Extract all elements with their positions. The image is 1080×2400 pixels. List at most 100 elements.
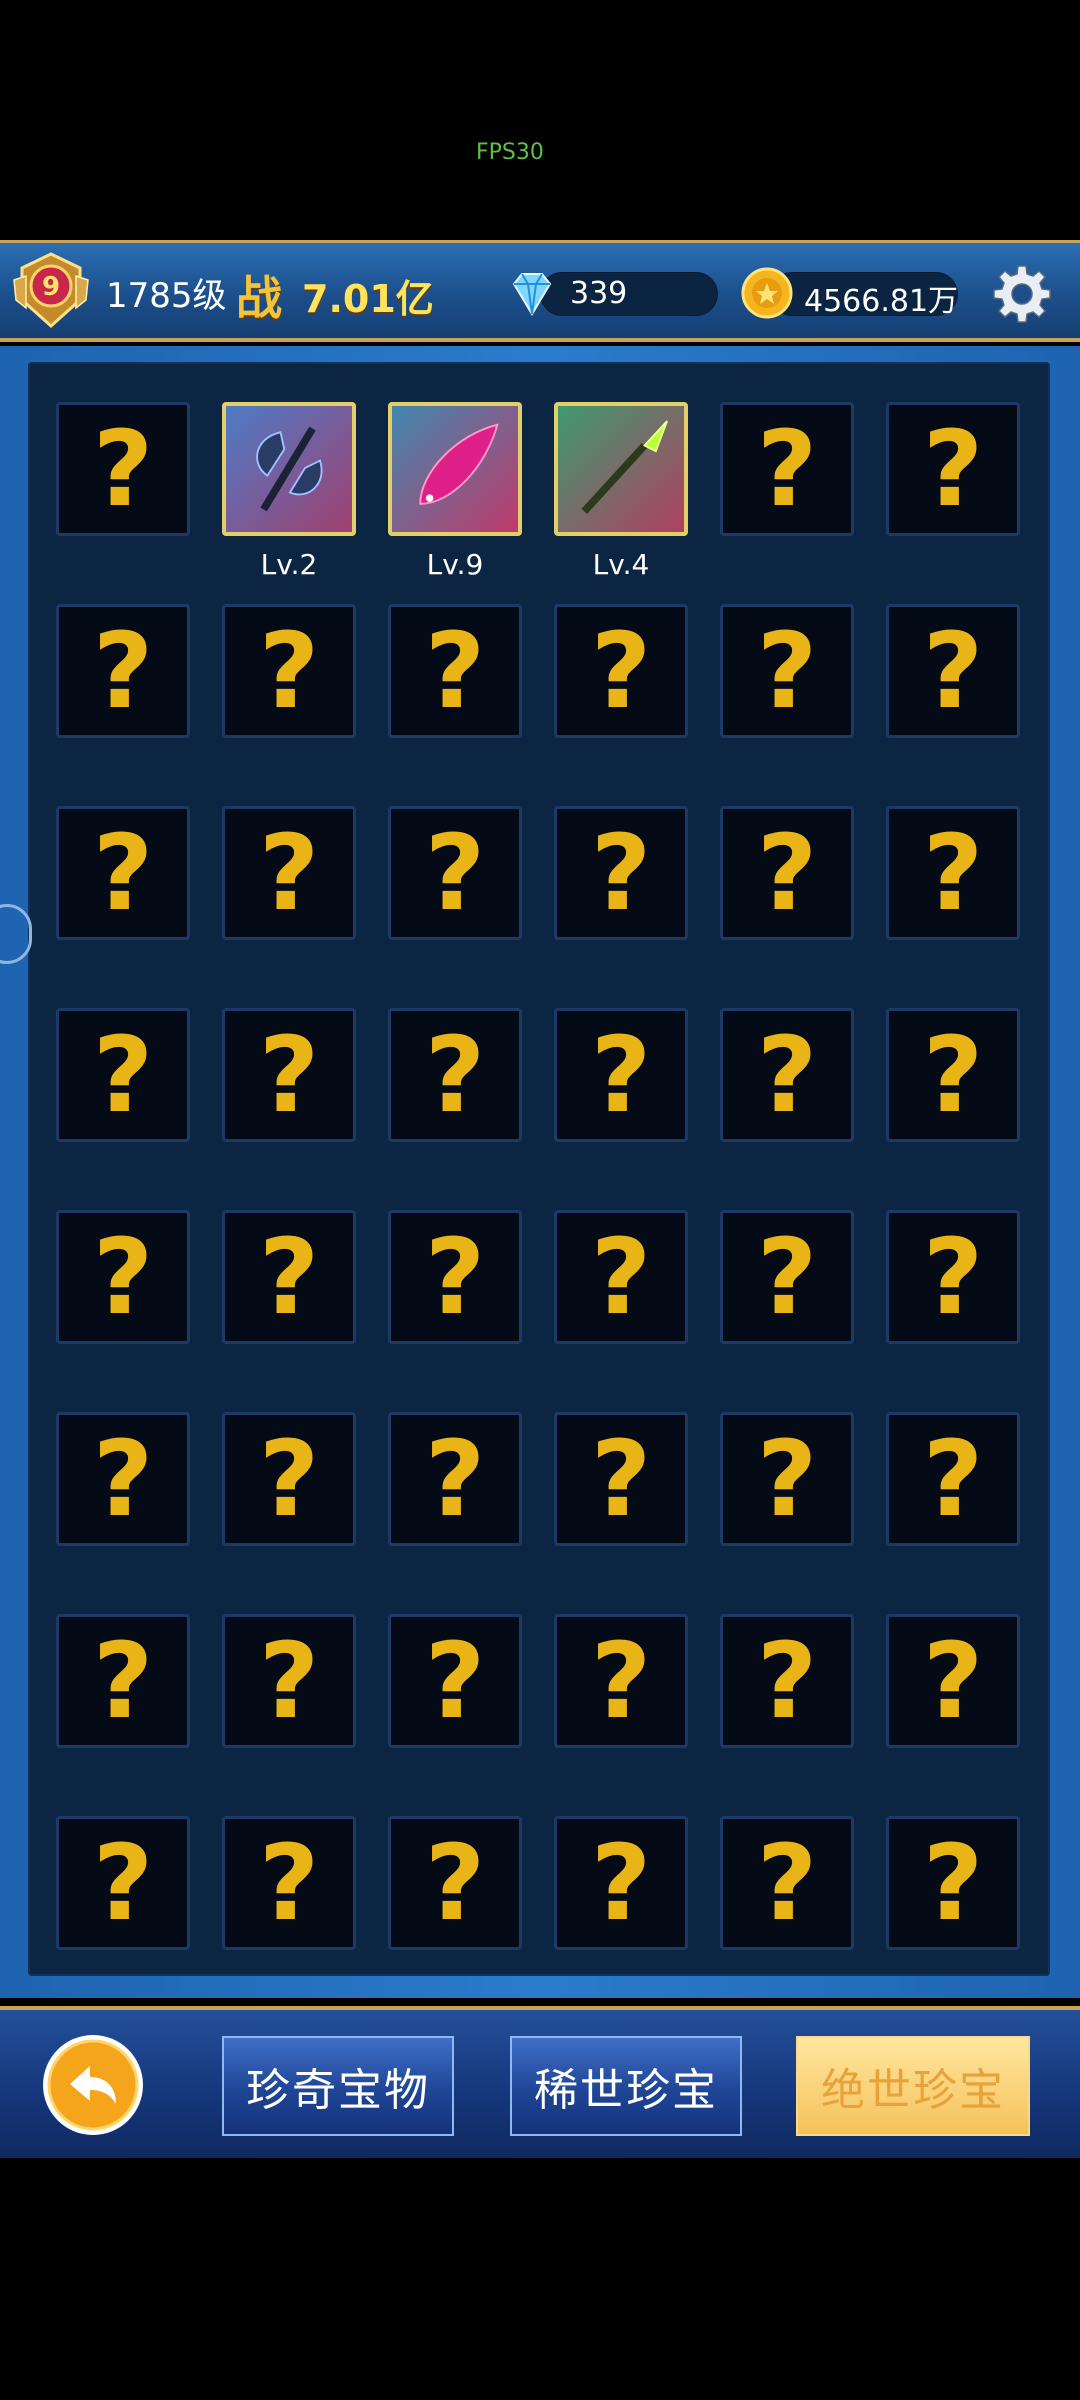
- question-mark-icon: ?: [92, 1620, 154, 1742]
- locked-treasure-slot[interactable]: ?: [222, 1816, 356, 1950]
- question-mark-icon: ?: [258, 1620, 320, 1742]
- gold-coin-icon: [741, 267, 793, 319]
- tab-peerless-treasures[interactable]: 绝世珍宝: [796, 2036, 1030, 2136]
- locked-treasure-slot[interactable]: ?: [388, 1412, 522, 1546]
- question-mark-icon: ?: [258, 1216, 320, 1338]
- locked-treasure-slot[interactable]: ?: [554, 806, 688, 940]
- question-mark-icon: ?: [756, 812, 818, 934]
- locked-treasure-slot[interactable]: ?: [720, 1210, 854, 1344]
- question-mark-icon: ?: [92, 1014, 154, 1136]
- crimson-feather-blade-icon: [392, 406, 518, 532]
- item-level-label: Lv.2: [260, 548, 318, 581]
- treasure-slot-jade-spear[interactable]: [554, 402, 688, 536]
- question-mark-icon: ?: [424, 812, 486, 934]
- locked-treasure-slot[interactable]: ?: [720, 604, 854, 738]
- locked-treasure-slot[interactable]: ?: [886, 604, 1020, 738]
- locked-treasure-slot[interactable]: ?: [554, 604, 688, 738]
- question-mark-icon: ?: [424, 1216, 486, 1338]
- locked-treasure-slot[interactable]: ?: [886, 1614, 1020, 1748]
- locked-treasure-slot[interactable]: ?: [56, 402, 190, 536]
- power-label: 战: [236, 271, 282, 325]
- question-mark-icon: ?: [756, 1620, 818, 1742]
- settings-gear-icon[interactable]: [990, 262, 1054, 326]
- locked-treasure-slot[interactable]: ?: [886, 1816, 1020, 1950]
- vip-level-text: 9: [42, 272, 60, 302]
- question-mark-icon: ?: [424, 610, 486, 732]
- locked-treasure-slot[interactable]: ?: [554, 1210, 688, 1344]
- locked-treasure-slot[interactable]: ?: [56, 1008, 190, 1142]
- locked-treasure-slot[interactable]: ?: [720, 1816, 854, 1950]
- question-mark-icon: ?: [424, 1418, 486, 1540]
- back-arrow-icon[interactable]: [40, 2032, 146, 2138]
- question-mark-icon: ?: [424, 1620, 486, 1742]
- question-mark-icon: ?: [92, 610, 154, 732]
- locked-treasure-slot[interactable]: ?: [554, 1816, 688, 1950]
- item-level-label: Lv.4: [592, 548, 650, 581]
- diamond-amount: 339: [570, 276, 628, 311]
- locked-treasure-slot[interactable]: ?: [886, 402, 1020, 536]
- locked-treasure-slot[interactable]: ?: [554, 1614, 688, 1748]
- locked-treasure-slot[interactable]: ?: [554, 1412, 688, 1546]
- player-level: 1785级: [106, 276, 227, 316]
- locked-treasure-slot[interactable]: ?: [222, 1412, 356, 1546]
- locked-treasure-slot[interactable]: ?: [388, 806, 522, 940]
- locked-treasure-slot[interactable]: ?: [720, 806, 854, 940]
- locked-treasure-slot[interactable]: ?: [388, 1008, 522, 1142]
- question-mark-icon: ?: [922, 1014, 984, 1136]
- question-mark-icon: ?: [756, 1216, 818, 1338]
- vip-badge-icon[interactable]: 9: [10, 250, 92, 332]
- question-mark-icon: ?: [590, 1620, 652, 1742]
- locked-treasure-slot[interactable]: ?: [222, 806, 356, 940]
- question-mark-icon: ?: [92, 408, 154, 530]
- locked-treasure-slot[interactable]: ?: [886, 1008, 1020, 1142]
- locked-treasure-slot[interactable]: ?: [886, 1412, 1020, 1546]
- question-mark-icon: ?: [922, 610, 984, 732]
- question-mark-icon: ?: [922, 1822, 984, 1944]
- locked-treasure-slot[interactable]: ?: [222, 1210, 356, 1344]
- question-mark-icon: ?: [756, 1418, 818, 1540]
- locked-treasure-slot[interactable]: ?: [720, 1008, 854, 1142]
- fps-counter: FPS30: [476, 140, 544, 165]
- item-level-label: Lv.9: [426, 548, 484, 581]
- question-mark-icon: ?: [590, 1014, 652, 1136]
- question-mark-icon: ?: [258, 1822, 320, 1944]
- locked-treasure-slot[interactable]: ?: [56, 604, 190, 738]
- locked-treasure-slot[interactable]: ?: [720, 402, 854, 536]
- locked-treasure-slot[interactable]: ?: [222, 1614, 356, 1748]
- question-mark-icon: ?: [922, 1418, 984, 1540]
- locked-treasure-slot[interactable]: ?: [56, 1816, 190, 1950]
- locked-treasure-slot[interactable]: ?: [222, 604, 356, 738]
- locked-treasure-slot[interactable]: ?: [720, 1614, 854, 1748]
- locked-treasure-slot[interactable]: ?: [388, 1614, 522, 1748]
- locked-treasure-slot[interactable]: ?: [720, 1412, 854, 1546]
- question-mark-icon: ?: [424, 1014, 486, 1136]
- tab-exquisite-treasures[interactable]: 稀世珍宝: [510, 2036, 742, 2136]
- locked-treasure-slot[interactable]: ?: [56, 1412, 190, 1546]
- treasure-slot-battle-axe[interactable]: [222, 402, 356, 536]
- question-mark-icon: ?: [92, 1418, 154, 1540]
- question-mark-icon: ?: [258, 1418, 320, 1540]
- question-mark-icon: ?: [756, 1822, 818, 1944]
- locked-treasure-slot[interactable]: ?: [388, 604, 522, 738]
- question-mark-icon: ?: [590, 610, 652, 732]
- jade-spear-icon: [558, 406, 684, 532]
- locked-treasure-slot[interactable]: ?: [886, 1210, 1020, 1344]
- locked-treasure-slot[interactable]: ?: [56, 1614, 190, 1748]
- tab-rare-treasures[interactable]: 珍奇宝物: [222, 2036, 454, 2136]
- treasure-slot-crimson-feather-blade[interactable]: [388, 402, 522, 536]
- locked-treasure-slot[interactable]: ?: [56, 806, 190, 940]
- question-mark-icon: ?: [424, 1822, 486, 1944]
- question-mark-icon: ?: [756, 610, 818, 732]
- locked-treasure-slot[interactable]: ?: [388, 1816, 522, 1950]
- locked-treasure-slot[interactable]: ?: [222, 1008, 356, 1142]
- question-mark-icon: ?: [92, 1216, 154, 1338]
- locked-treasure-slot[interactable]: ?: [388, 1210, 522, 1344]
- question-mark-icon: ?: [258, 812, 320, 934]
- question-mark-icon: ?: [258, 1014, 320, 1136]
- question-mark-icon: ?: [756, 1014, 818, 1136]
- locked-treasure-slot[interactable]: ?: [554, 1008, 688, 1142]
- diamond-counter[interactable]: [540, 272, 718, 316]
- question-mark-icon: ?: [922, 1216, 984, 1338]
- locked-treasure-slot[interactable]: ?: [886, 806, 1020, 940]
- locked-treasure-slot[interactable]: ?: [56, 1210, 190, 1344]
